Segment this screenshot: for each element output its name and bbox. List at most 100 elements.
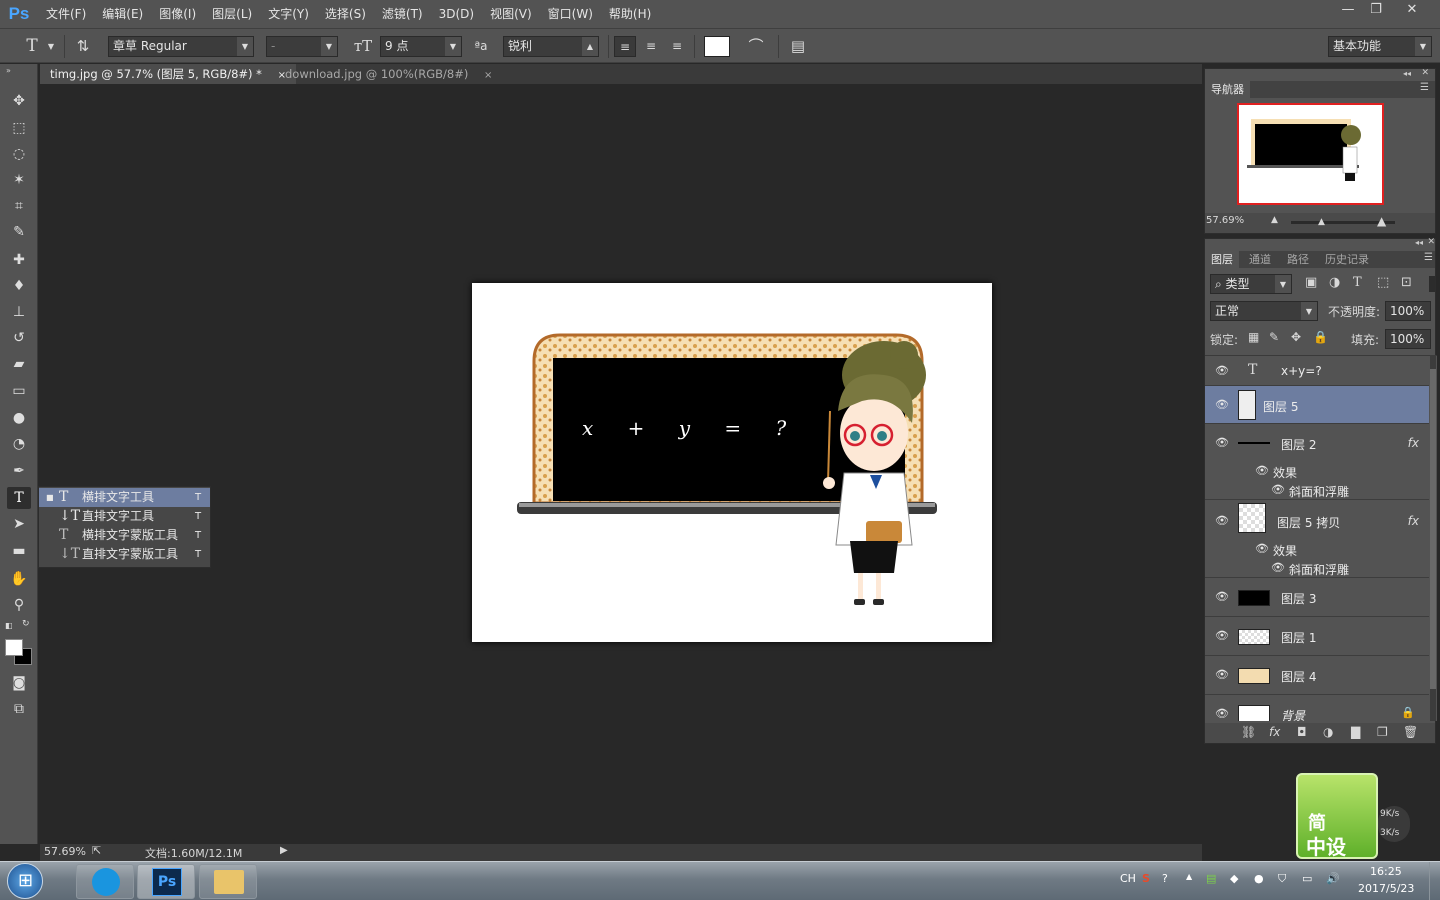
font-style-select[interactable]: - ▼: [266, 36, 338, 57]
warp-text-icon[interactable]: ⌒: [744, 36, 768, 57]
brush-tool-icon[interactable]: ♦: [7, 275, 31, 297]
taskbar-photoshop[interactable]: Ps: [137, 864, 195, 899]
network-tray-icon[interactable]: ▭: [1302, 872, 1312, 885]
sogou-ime-icon[interactable]: S: [1142, 872, 1150, 885]
history-brush-tool-icon[interactable]: ↺: [7, 327, 31, 349]
menu-filter[interactable]: 滤镜(T): [374, 0, 431, 28]
menu-image[interactable]: 图像(I): [151, 0, 204, 28]
visibility-eye-icon[interactable]: 👁: [1215, 668, 1229, 681]
menu-type[interactable]: 文字(Y): [260, 0, 317, 28]
taskbar-date[interactable]: 2017/5/23: [1358, 882, 1414, 895]
filter-smart-object-icon[interactable]: ⊡: [1401, 275, 1412, 290]
menu-select[interactable]: 选择(S): [317, 0, 374, 28]
new-layer-icon[interactable]: ❐: [1377, 725, 1388, 739]
collapse-toolbar-icon[interactable]: »: [6, 66, 11, 75]
filter-shape-icon[interactable]: ⬚: [1377, 275, 1389, 290]
box-tray-icon[interactable]: ◆: [1230, 872, 1238, 885]
font-size-select[interactable]: 9 点 ▼: [380, 36, 462, 57]
layers-scrollbar[interactable]: [1430, 355, 1436, 721]
tab-navigator[interactable]: 导航器: [1205, 81, 1250, 98]
default-colors-icon[interactable]: ◧: [5, 621, 13, 630]
export-icon[interactable]: ⇱: [92, 844, 101, 857]
workspace-select[interactable]: 基本功能 ▼: [1328, 36, 1432, 57]
close-panel-icon[interactable]: ✕: [1421, 68, 1429, 78]
menu-item-vertical-type-mask[interactable]: ↓T 直排文字蒙版工具 T: [39, 545, 210, 564]
minimize-button[interactable]: —: [1334, 0, 1362, 20]
align-right-icon[interactable]: ≡: [666, 36, 688, 57]
tab-layers[interactable]: 图层: [1205, 251, 1239, 268]
visibility-eye-icon[interactable]: 👁: [1215, 590, 1229, 603]
panel-menu-icon[interactable]: ☰: [1424, 252, 1433, 263]
healing-brush-tool-icon[interactable]: ✚: [7, 249, 31, 271]
status-menu-arrow-icon[interactable]: ▶: [280, 845, 288, 856]
type-tool-preset-icon[interactable]: T: [20, 36, 44, 57]
layer-row[interactable]: 👁 背景 🔒: [1205, 695, 1429, 721]
marquee-tool-icon[interactable]: ⬚: [7, 117, 31, 139]
dodge-tool-icon[interactable]: ◔: [7, 433, 31, 455]
visibility-eye-icon[interactable]: 👁: [1215, 629, 1229, 642]
document-canvas[interactable]: x + y = ?: [472, 283, 992, 642]
filter-type-icon[interactable]: T: [1353, 275, 1362, 290]
type-tool-icon[interactable]: T: [7, 487, 31, 509]
navigator-zoom-value[interactable]: 57.69%: [1206, 215, 1244, 226]
speed-widget[interactable]: 简 中设: [1296, 773, 1378, 859]
layer-row-selected[interactable]: 👁 图层 5: [1205, 386, 1429, 424]
zoom-slider-thumb[interactable]: ▲: [1318, 217, 1325, 227]
text-color-swatch[interactable]: [704, 36, 730, 57]
tab-channels[interactable]: 通道: [1243, 251, 1277, 268]
new-group-icon[interactable]: ▇: [1351, 725, 1360, 739]
color-tray-icon[interactable]: ●: [1254, 872, 1264, 885]
screen-mode-icon[interactable]: ⧉: [7, 698, 31, 720]
add-style-icon[interactable]: fx: [1269, 725, 1280, 739]
zoom-out-icon[interactable]: ▲: [1271, 215, 1278, 225]
pen-tool-icon[interactable]: ✒: [7, 460, 31, 482]
gradient-tool-icon[interactable]: ▭: [7, 380, 31, 402]
lock-pixels-icon[interactable]: ✎: [1269, 330, 1279, 344]
layer-filter-select[interactable]: ⌕ 类型 ▼: [1210, 274, 1292, 294]
close-button[interactable]: ✕: [1392, 0, 1432, 20]
tab-history[interactable]: 历史记录: [1319, 251, 1375, 268]
layer-row[interactable]: 👁 图层 5 拷贝 fx 👁 效果 👁 斜面和浮雕: [1205, 500, 1429, 578]
start-button[interactable]: ⊞: [7, 863, 43, 899]
layer-row[interactable]: 👁 图层 4: [1205, 656, 1429, 695]
menu-edit[interactable]: 编辑(E): [94, 0, 151, 28]
align-center-icon[interactable]: ≡: [640, 36, 662, 57]
lock-position-icon[interactable]: ✥: [1291, 330, 1301, 344]
eraser-tool-icon[interactable]: ▰: [7, 353, 31, 375]
font-family-select[interactable]: 章草 Regular ▼: [108, 36, 254, 57]
move-tool-icon[interactable]: ✥: [7, 90, 31, 112]
swap-colors-icon[interactable]: ↻: [22, 619, 30, 629]
taskbar-browser[interactable]: [76, 864, 134, 899]
tab-paths[interactable]: 路径: [1281, 251, 1315, 268]
layer-row[interactable]: 👁 图层 2 fx 👁 效果 👁 斜面和浮雕: [1205, 424, 1429, 500]
layer-effects-badge[interactable]: fx: [1408, 436, 1419, 450]
new-adjustment-icon[interactable]: ◑: [1323, 725, 1333, 739]
opacity-input[interactable]: 100%: [1385, 301, 1431, 321]
filter-adjustment-icon[interactable]: ◑: [1329, 275, 1340, 290]
path-selection-tool-icon[interactable]: ➤: [7, 513, 31, 535]
effect-visibility-eye-icon[interactable]: 👁: [1271, 483, 1285, 496]
collapse-panel-icon[interactable]: ◂◂: [1415, 238, 1423, 247]
tray-expand-icon[interactable]: ▲: [1186, 872, 1192, 881]
add-mask-icon[interactable]: ◘: [1297, 725, 1307, 739]
character-panel-icon[interactable]: ▤: [786, 36, 810, 57]
menu-3d[interactable]: 3D(D): [431, 0, 482, 28]
visibility-eye-icon[interactable]: 👁: [1215, 398, 1229, 411]
menu-item-horizontal-type[interactable]: ■ T 横排文字工具 T: [39, 488, 210, 507]
eyedropper-tool-icon[interactable]: ✎: [7, 221, 31, 243]
taskbar-explorer[interactable]: [199, 864, 257, 899]
layer-effects-badge[interactable]: fx: [1408, 514, 1419, 528]
blur-tool-icon[interactable]: ●: [7, 407, 31, 429]
delete-layer-icon[interactable]: 🗑: [1403, 725, 1418, 739]
menu-help[interactable]: 帮助(H): [601, 0, 659, 28]
wifi-tray-icon[interactable]: ▤: [1206, 872, 1216, 885]
zoom-in-icon[interactable]: ▲: [1377, 214, 1386, 228]
visibility-eye-icon[interactable]: 👁: [1215, 436, 1229, 449]
clone-stamp-tool-icon[interactable]: ⊥: [7, 301, 31, 323]
align-left-icon[interactable]: ≡: [614, 36, 636, 57]
menu-window[interactable]: 窗口(W): [540, 0, 601, 28]
layer-row[interactable]: 👁 图层 1: [1205, 617, 1429, 656]
menu-file[interactable]: 文件(F): [38, 0, 94, 28]
effect-visibility-eye-icon[interactable]: 👁: [1271, 561, 1285, 574]
language-indicator[interactable]: CH: [1120, 872, 1136, 885]
